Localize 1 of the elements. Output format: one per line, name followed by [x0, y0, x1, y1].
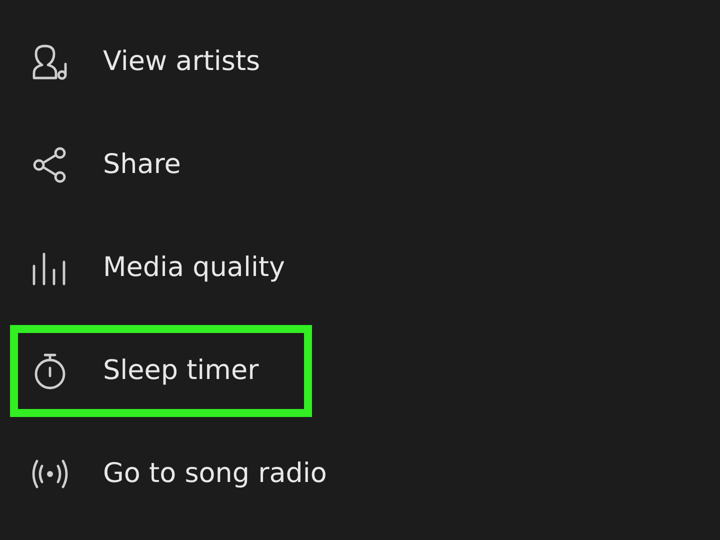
menu-item[interactable]: Sleep timer — [10, 325, 312, 417]
